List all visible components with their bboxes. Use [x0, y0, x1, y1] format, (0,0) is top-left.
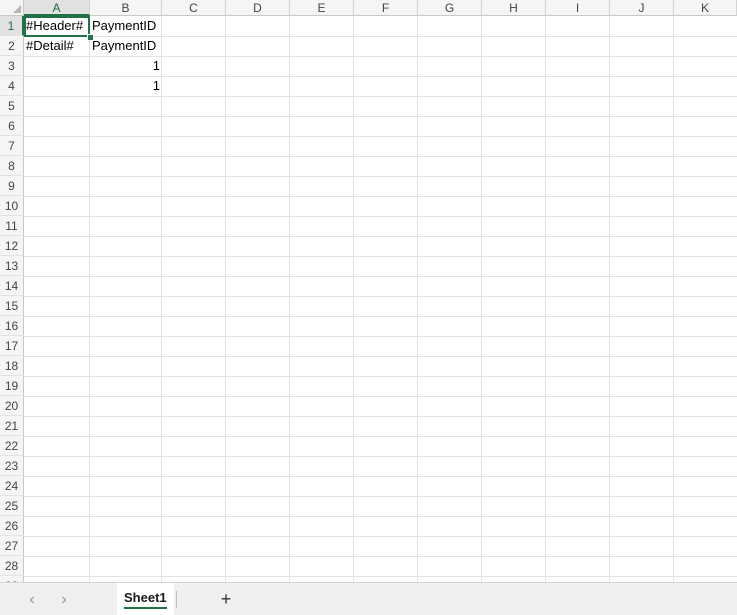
active-tab-indicator	[124, 607, 167, 609]
row-header-22[interactable]: 22	[0, 436, 24, 456]
row-gridline	[24, 156, 737, 157]
row-header-12[interactable]: 12	[0, 236, 24, 256]
row-gridline	[24, 356, 737, 357]
row-gridline	[24, 116, 737, 117]
row-gridline	[24, 96, 737, 97]
row-gridline	[24, 216, 737, 217]
row-gridline	[24, 576, 737, 577]
column-header-c[interactable]: C	[162, 0, 226, 16]
row-header-1[interactable]: 1	[0, 16, 24, 36]
sheet-tab-bar: ‹ › Sheet1 +	[0, 582, 737, 615]
row-header-21[interactable]: 21	[0, 416, 24, 436]
column-header-h[interactable]: H	[482, 0, 546, 16]
column-gridline	[353, 16, 354, 582]
row-gridline	[24, 456, 737, 457]
column-gridline	[545, 16, 546, 582]
column-header-i[interactable]: I	[546, 0, 610, 16]
column-gridline	[417, 16, 418, 582]
row-gridline	[24, 536, 737, 537]
row-header-24[interactable]: 24	[0, 476, 24, 496]
column-header-e[interactable]: E	[290, 0, 354, 16]
row-header-3[interactable]: 3	[0, 56, 24, 76]
row-header-4[interactable]: 4	[0, 76, 24, 96]
select-all-corner[interactable]	[0, 0, 24, 16]
column-gridline	[609, 16, 610, 582]
row-gridline	[24, 276, 737, 277]
row-gridline	[24, 556, 737, 557]
row-header-18[interactable]: 18	[0, 356, 24, 376]
spreadsheet-grid[interactable]: ABCDEFGHIJK 1 2 3 4 5 6 7 8 9 10 11 12 13 14 15 16 17 18 1…	[0, 0, 737, 582]
row-header-14[interactable]: 14	[0, 276, 24, 296]
row-header-15[interactable]: 15	[0, 296, 24, 316]
column-gridline	[89, 16, 90, 582]
row-header-2[interactable]: 2	[0, 36, 24, 56]
plus-icon[interactable]: +	[216, 589, 236, 609]
row-gridline	[24, 476, 737, 477]
column-gridline	[673, 16, 674, 582]
row-header-10[interactable]: 10	[0, 196, 24, 216]
row-gridline	[24, 176, 737, 177]
row-gridline	[24, 236, 737, 237]
row-gridline	[24, 136, 737, 137]
column-header-g[interactable]: G	[418, 0, 482, 16]
sheet-tab-sheet1[interactable]: Sheet1	[117, 583, 174, 615]
row-header-27[interactable]: 27	[0, 536, 24, 556]
row-header-23[interactable]: 23	[0, 456, 24, 476]
row-gridline	[24, 416, 737, 417]
row-gridline	[24, 316, 737, 317]
row-header-20[interactable]: 20	[0, 396, 24, 416]
column-gridline	[289, 16, 290, 582]
column-gridline	[481, 16, 482, 582]
row-header-17[interactable]: 17	[0, 336, 24, 356]
cell-b3[interactable]: 1	[90, 56, 162, 76]
row-header-9[interactable]: 9	[0, 176, 24, 196]
row-header-16[interactable]: 16	[0, 316, 24, 336]
cell-b2[interactable]: PaymentID	[90, 36, 162, 56]
row-header-5[interactable]: 5	[0, 96, 24, 116]
column-gridline	[225, 16, 226, 582]
row-header-7[interactable]: 7	[0, 136, 24, 156]
column-header-b[interactable]: B	[90, 0, 162, 16]
chevron-left-icon[interactable]: ‹	[22, 590, 42, 610]
row-header-28[interactable]: 28	[0, 556, 24, 576]
row-gridline	[24, 296, 737, 297]
row-header-8[interactable]: 8	[0, 156, 24, 176]
active-cell-outline	[24, 16, 90, 37]
column-header-j[interactable]: J	[610, 0, 674, 16]
tab-divider	[176, 591, 177, 608]
row-gridline	[24, 336, 737, 337]
column-gridline	[161, 16, 162, 582]
column-header-f[interactable]: F	[354, 0, 418, 16]
row-gridline	[24, 376, 737, 377]
row-gridline	[24, 396, 737, 397]
cell-b4[interactable]: 1	[90, 76, 162, 96]
row-header-11[interactable]: 11	[0, 216, 24, 236]
column-header-d[interactable]: D	[226, 0, 290, 16]
row-gridline	[24, 196, 737, 197]
fill-handle[interactable]	[87, 34, 94, 41]
chevron-right-icon[interactable]: ›	[54, 590, 74, 610]
row-header-6[interactable]: 6	[0, 116, 24, 136]
row-gridline	[24, 256, 737, 257]
row-header-13[interactable]: 13	[0, 256, 24, 276]
row-header-26[interactable]: 26	[0, 516, 24, 536]
cell-b1[interactable]: PaymentID	[90, 16, 162, 36]
row-gridline	[24, 496, 737, 497]
row-gridline	[24, 436, 737, 437]
sheet-tab-label: Sheet1	[124, 590, 167, 605]
row-header-25[interactable]: 25	[0, 496, 24, 516]
column-header-k[interactable]: K	[674, 0, 737, 16]
column-header-a[interactable]: A	[24, 0, 90, 16]
row-header-19[interactable]: 19	[0, 376, 24, 396]
row-gridline	[24, 516, 737, 517]
cell-a2[interactable]: #Detail#	[24, 36, 90, 56]
